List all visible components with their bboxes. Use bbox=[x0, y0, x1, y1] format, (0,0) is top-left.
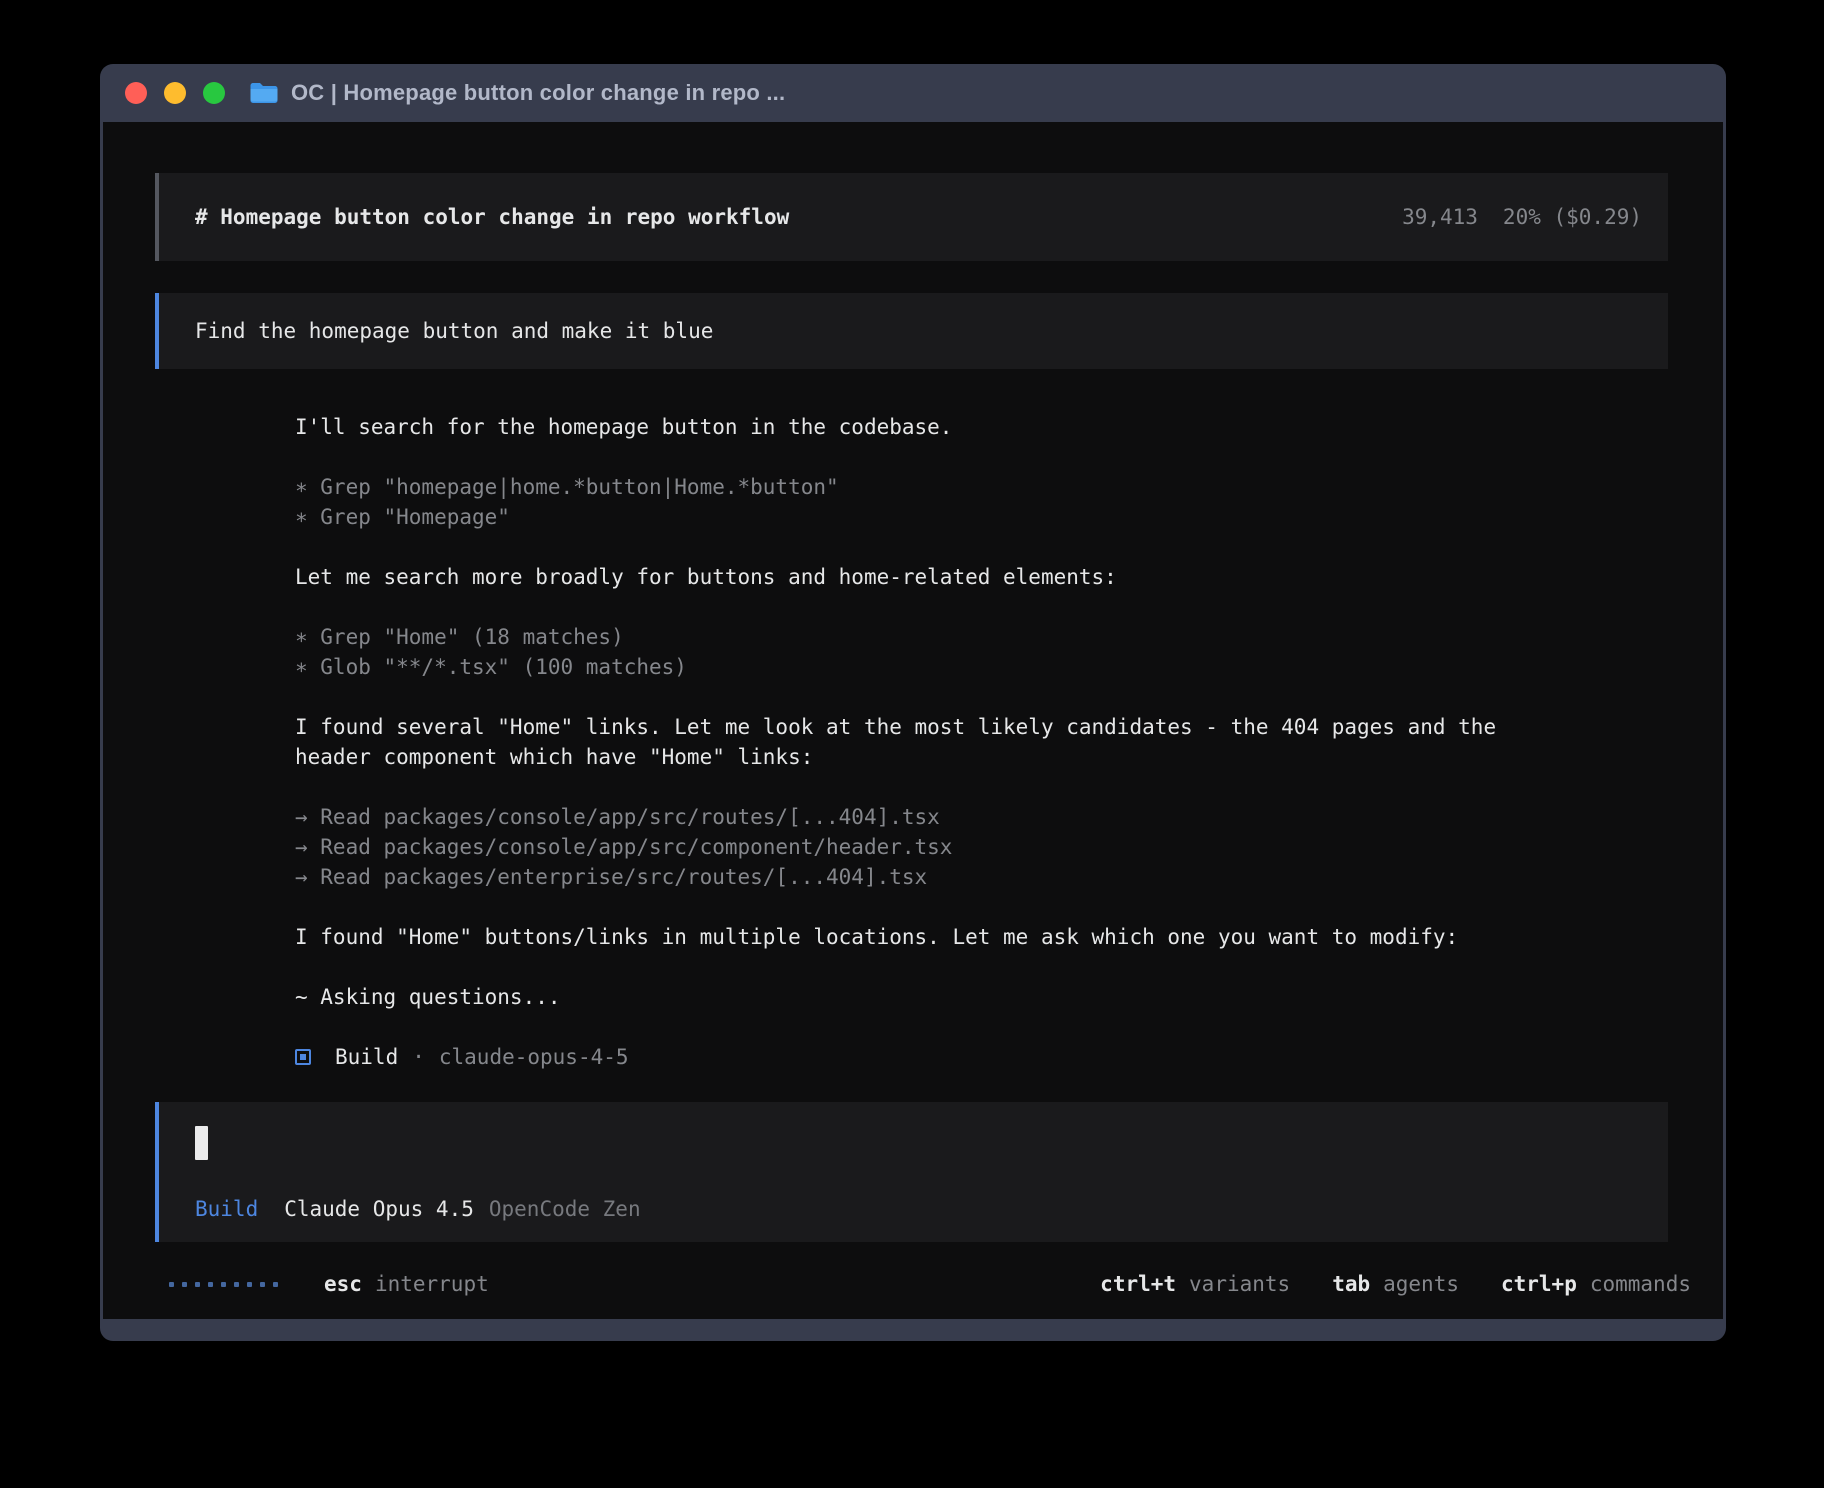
input-agent-label[interactable]: Build bbox=[195, 1194, 258, 1224]
terminal-content: # Homepage button color change in repo w… bbox=[103, 122, 1723, 1319]
status-right: ctrl+t variants tab agents ctrl+p comman… bbox=[1100, 1269, 1691, 1299]
user-message-text: Find the homepage button and make it blu… bbox=[195, 316, 713, 346]
hint-label-interrupt: interrupt bbox=[375, 1269, 489, 1299]
close-button[interactable] bbox=[125, 82, 147, 104]
assistant-status: ~ Asking questions... bbox=[295, 982, 561, 1012]
hint-label-agents: agents bbox=[1383, 1269, 1459, 1299]
zoom-button[interactable] bbox=[203, 82, 225, 104]
hint-key-ctrl-p: ctrl+p bbox=[1501, 1269, 1577, 1299]
hint-variants: ctrl+t variants bbox=[1100, 1269, 1290, 1299]
window-title: OC | Homepage button color change in rep… bbox=[291, 80, 785, 106]
tool-call-grep: ∗ Grep "Homepage" bbox=[295, 502, 510, 532]
spinner-dots bbox=[169, 1282, 278, 1287]
folder-icon bbox=[249, 81, 279, 105]
traffic-lights bbox=[125, 82, 225, 104]
tool-call-read: → Read packages/enterprise/src/routes/[.… bbox=[295, 862, 927, 892]
tool-call-grep: ∗ Grep "Home" (18 matches) bbox=[295, 622, 624, 652]
token-count: 39,413 bbox=[1402, 202, 1478, 232]
user-message: Find the homepage button and make it blu… bbox=[155, 293, 1668, 369]
text-cursor bbox=[195, 1126, 208, 1160]
agent-model: claude-opus-4-5 bbox=[439, 1042, 629, 1072]
minimize-button[interactable] bbox=[164, 82, 186, 104]
hint-agents: tab agents bbox=[1332, 1269, 1459, 1299]
session-title: # Homepage button color change in repo w… bbox=[195, 202, 789, 232]
titlebar: OC | Homepage button color change in rep… bbox=[103, 64, 1723, 122]
hint-interrupt: esc interrupt bbox=[324, 1269, 489, 1299]
session-stats: 39,413 20% ($0.29) bbox=[1402, 202, 1642, 232]
screen: OC | Homepage button color change in rep… bbox=[0, 0, 1824, 1488]
hint-label-commands: commands bbox=[1590, 1269, 1691, 1299]
assistant-text: I found several "Home" links. Let me loo… bbox=[295, 712, 1496, 742]
context-usage-cost: 20% ($0.29) bbox=[1503, 202, 1642, 232]
agent-name: Build bbox=[335, 1042, 398, 1072]
assistant-text: header component which have "Home" links… bbox=[295, 742, 813, 772]
session-header: # Homepage button color change in repo w… bbox=[155, 173, 1668, 261]
status-bar: esc interrupt ctrl+t variants tab agents… bbox=[169, 1268, 1691, 1300]
assistant-text: Let me search more broadly for buttons a… bbox=[295, 562, 1117, 592]
hint-label-variants: variants bbox=[1189, 1269, 1290, 1299]
tool-call-grep: ∗ Grep "homepage|home.*button|Home.*butt… bbox=[295, 472, 839, 502]
prompt-input[interactable]: Build Claude Opus 4.5 OpenCode Zen bbox=[155, 1102, 1668, 1242]
hint-key-esc: esc bbox=[324, 1269, 362, 1299]
assistant-text: I found "Home" buttons/links in multiple… bbox=[295, 922, 1458, 952]
status-left: esc interrupt bbox=[169, 1269, 489, 1299]
hint-commands: ctrl+p commands bbox=[1501, 1269, 1691, 1299]
agent-status-line: Build · claude-opus-4-5 bbox=[295, 1042, 629, 1072]
tool-call-glob: ∗ Glob "**/*.tsx" (100 matches) bbox=[295, 652, 687, 682]
input-model-label[interactable]: Claude Opus 4.5 bbox=[284, 1194, 474, 1224]
hint-key-tab: tab bbox=[1332, 1269, 1370, 1299]
tool-call-read: → Read packages/console/app/src/componen… bbox=[295, 832, 952, 862]
input-provider-label: OpenCode Zen bbox=[489, 1194, 641, 1224]
agent-separator: · bbox=[412, 1042, 425, 1072]
agent-badge-icon bbox=[295, 1049, 311, 1065]
tool-call-read: → Read packages/console/app/src/routes/[… bbox=[295, 802, 940, 832]
terminal-window: OC | Homepage button color change in rep… bbox=[100, 64, 1726, 1341]
assistant-text: I'll search for the homepage button in t… bbox=[295, 412, 952, 442]
hint-key-ctrl-t: ctrl+t bbox=[1100, 1269, 1176, 1299]
input-meta: Build Claude Opus 4.5 OpenCode Zen bbox=[195, 1194, 1642, 1224]
